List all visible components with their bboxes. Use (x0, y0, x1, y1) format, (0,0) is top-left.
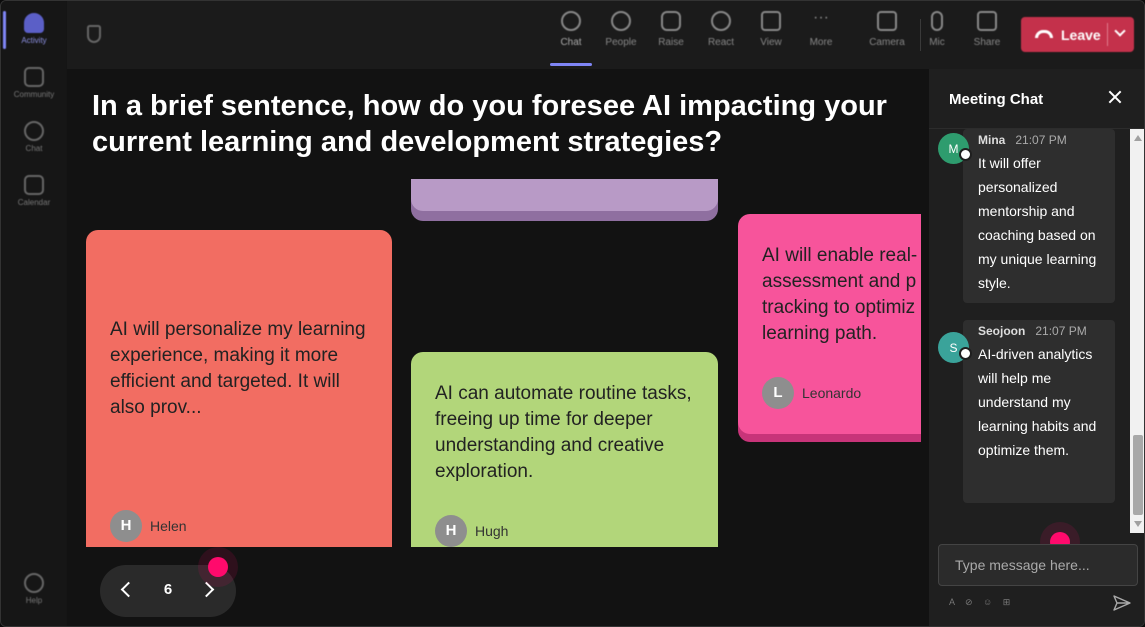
message-bubble: Seojoon 21:07 PM AI-driven analytics will… (963, 320, 1115, 503)
rail-item-chat[interactable]: Chat (1, 121, 67, 153)
shield-icon (87, 25, 101, 43)
card-text: AI can automate routine tasks, freeing u… (435, 383, 692, 482)
more-icon: ··· (813, 9, 829, 26)
toolbar-people-button[interactable]: People (597, 11, 645, 48)
page-number: 6 (163, 581, 173, 598)
poll-stage: In a brief sentence, how do you foresee … (67, 69, 929, 626)
chat-message-input[interactable] (938, 544, 1138, 586)
send-icon[interactable] (1113, 595, 1131, 611)
message-bubble: Mina 21:07 PM It will offer personalized … (963, 129, 1115, 303)
meeting-chat-panel: Meeting Chat Mina 21:07 PM It will offer … (929, 69, 1144, 626)
author-name: Helen (150, 518, 187, 534)
response-card[interactable]: AI will personalize my learning experien… (86, 230, 392, 547)
toolbar-more-button[interactable]: ··· More (797, 9, 845, 49)
bell-icon (24, 13, 44, 33)
message-text: AI-driven analytics will help me underst… (978, 346, 1097, 458)
author-name: Hugh (475, 523, 509, 539)
toolbar-raise-button[interactable]: Raise (647, 11, 695, 48)
share-icon (977, 11, 997, 31)
rail-item-help[interactable]: Help (1, 573, 67, 605)
chat-icon (561, 11, 581, 31)
response-card[interactable] (411, 179, 718, 211)
avatar: L (762, 377, 794, 409)
response-cards: AI will personalize my learning experien… (67, 179, 921, 547)
toolbar-share-button[interactable]: Share (963, 11, 1011, 48)
toolbar-react-button[interactable]: React (697, 11, 745, 48)
cursor-indicator (208, 557, 228, 577)
community-icon (24, 67, 44, 87)
hang-up-icon (1035, 30, 1053, 38)
message-time: 21:07 PM (1035, 324, 1087, 338)
help-icon (24, 573, 44, 593)
chat-messages: Mina 21:07 PM It will offer personalized … (929, 129, 1132, 531)
format-toolbar-icons[interactable]: A ⊘ ☺ ⊞ (949, 597, 1014, 608)
toolbar-camera-button[interactable]: Camera (863, 11, 911, 48)
card-text: AI will enable real- assessment and p tr… (762, 245, 918, 344)
chat-scrollbar[interactable] (1130, 129, 1144, 533)
sender-name: Seojoon (978, 324, 1026, 338)
message-time: 21:07 PM (1015, 133, 1067, 147)
toolbar-view-button[interactable]: View (747, 11, 795, 48)
meeting-toolbar: Chat People Raise React View ··· More Cam… (67, 1, 1144, 69)
avatar: H (110, 510, 142, 542)
react-icon (711, 11, 731, 31)
message-text: It will offer personalized mentorship an… (978, 155, 1097, 291)
avatar: H (435, 515, 467, 547)
rail-item-activity[interactable]: Activity (1, 13, 67, 45)
card-author: H Hugh (435, 515, 508, 547)
leave-divider (1107, 23, 1108, 46)
question-title: In a brief sentence, how do you foresee … (92, 90, 887, 158)
avatar: S (938, 332, 972, 363)
mic-icon (931, 11, 943, 31)
teams-meeting-window: Activity Community Chat Calendar Help Ch… (0, 0, 1145, 627)
rail-item-calendar[interactable]: Calendar (1, 175, 67, 207)
raise-hand-icon (661, 11, 681, 31)
toolbar-chat-button[interactable]: Chat (547, 11, 595, 48)
response-card[interactable]: AI can automate routine tasks, freeing u… (411, 352, 718, 547)
response-card[interactable]: AI will enable real- assessment and p tr… (738, 214, 921, 434)
close-icon[interactable] (1107, 89, 1123, 105)
author-name: Leonardo (802, 385, 862, 401)
calendar-icon (24, 175, 44, 195)
leave-button[interactable]: Leave (1021, 17, 1134, 52)
chat-header: Meeting Chat (929, 69, 1144, 129)
scroll-up-arrow-icon[interactable] (1134, 135, 1142, 141)
avatar: M (938, 133, 972, 164)
chat-title: Meeting Chat (949, 91, 1044, 108)
toolbar-active-indicator (550, 63, 592, 66)
camera-off-icon (877, 11, 897, 31)
card-text: AI will personalize my learning experien… (110, 319, 366, 418)
chevron-down-icon[interactable] (1114, 25, 1126, 37)
scroll-thumb[interactable] (1133, 435, 1143, 515)
toolbar-mic-button[interactable]: Mic (913, 11, 961, 48)
scroll-down-arrow-icon[interactable] (1134, 521, 1142, 527)
view-icon (761, 11, 781, 31)
people-icon (611, 11, 631, 31)
rail-item-community[interactable]: Community (1, 67, 67, 99)
card-author: H Helen (110, 510, 187, 542)
sender-name: Mina (978, 133, 1006, 147)
card-author: L Leonardo (762, 377, 861, 409)
chat-icon (24, 121, 44, 141)
app-rail: Activity Community Chat Calendar Help (1, 1, 67, 626)
